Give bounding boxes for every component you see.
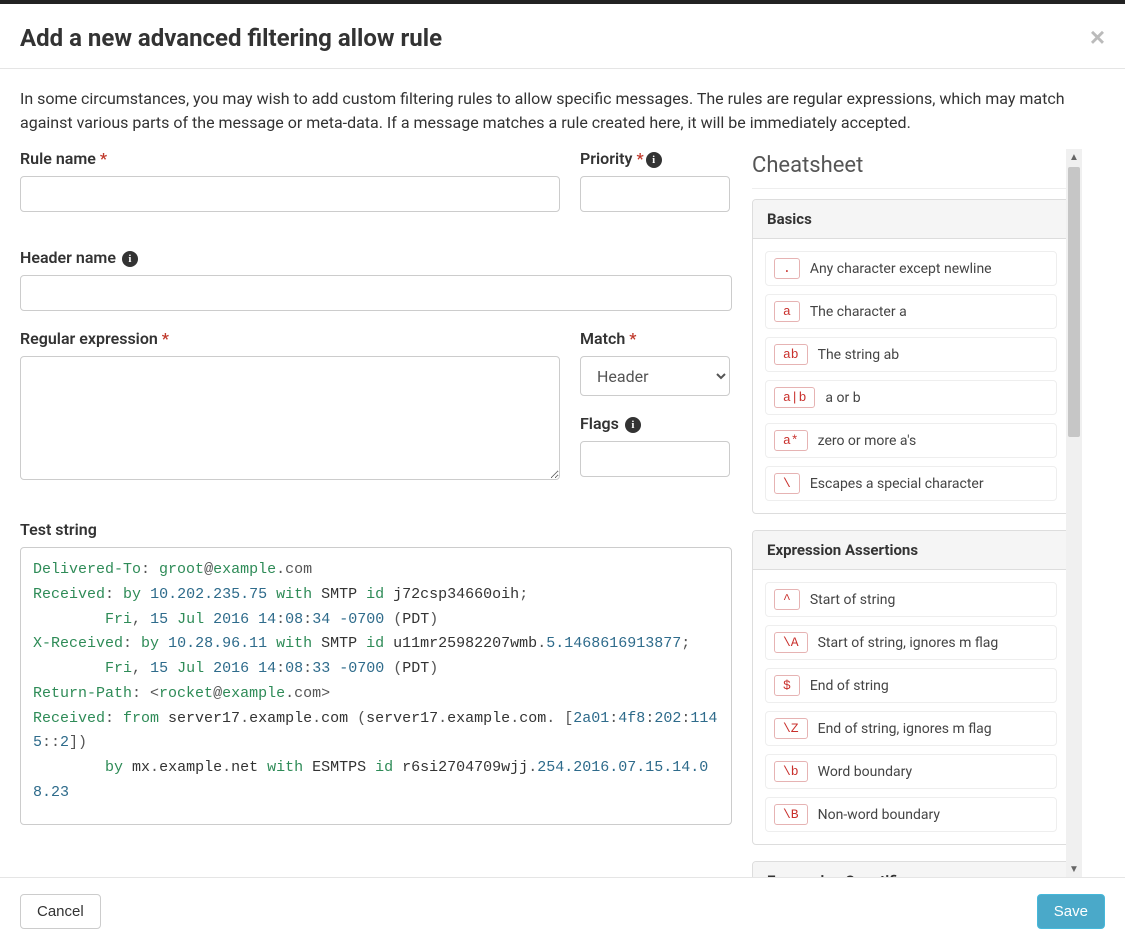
cheat-code: ^ <box>774 589 800 610</box>
cheat-code: $ <box>774 675 800 696</box>
save-button[interactable]: Save <box>1037 894 1105 929</box>
cheat-row: ab The string ab <box>765 337 1057 372</box>
cheat-row: $ End of string <box>765 668 1057 703</box>
test-string-input[interactable]: Delivered-To: groot@example.com Received… <box>20 547 732 825</box>
cheat-row: a* zero or more a's <box>765 423 1057 458</box>
rule-name-label: Rule name * <box>20 149 560 168</box>
cheat-row: a The character a <box>765 294 1057 329</box>
cheat-section-header: Expression Assertions <box>753 531 1069 570</box>
regex-label: Regular expression * <box>20 329 560 348</box>
test-string-label: Test string <box>20 520 732 539</box>
cheat-row: . Any character except newline <box>765 251 1057 286</box>
flags-input[interactable] <box>580 441 730 477</box>
cheat-code: ab <box>774 344 808 365</box>
cheat-code: \Z <box>774 718 808 739</box>
header-name-label: Header name i <box>20 248 732 267</box>
regex-input[interactable] <box>20 356 560 480</box>
cheat-row: \B Non-word boundary <box>765 797 1057 832</box>
cheat-desc: The string ab <box>818 347 899 363</box>
priority-input[interactable] <box>580 176 730 212</box>
cheat-row: \b Word boundary <box>765 754 1057 789</box>
cheatsheet-title: Cheatsheet <box>752 153 1070 189</box>
scrollbar-thumb[interactable] <box>1068 167 1080 437</box>
scroll-down-icon[interactable]: ▼ <box>1066 861 1082 877</box>
cheat-row: \ Escapes a special character <box>765 466 1057 501</box>
flags-label: Flags i <box>580 414 730 433</box>
header-name-input[interactable] <box>20 275 732 311</box>
close-button[interactable]: × <box>1090 24 1105 50</box>
cheat-desc: Any character except newline <box>810 261 992 277</box>
cheat-section-header: Basics <box>753 200 1069 239</box>
cheat-desc: End of string, ignores m flag <box>818 721 992 737</box>
cheat-code: . <box>774 258 800 279</box>
cheat-code: \ <box>774 473 800 494</box>
info-icon[interactable]: i <box>646 152 662 168</box>
cheat-code: \B <box>774 804 808 825</box>
cancel-button[interactable]: Cancel <box>20 894 101 929</box>
priority-label: Priority *i <box>580 149 730 168</box>
cheat-row: a|b a or b <box>765 380 1057 415</box>
cheat-code: a|b <box>774 387 815 408</box>
modal-description: In some circumstances, you may wish to a… <box>0 69 1125 135</box>
cheat-desc: Escapes a special character <box>810 476 984 492</box>
cheat-code: a* <box>774 430 808 451</box>
cheat-code: \b <box>774 761 808 782</box>
match-select[interactable]: Header <box>580 356 730 396</box>
cheat-desc: Start of string, ignores m flag <box>818 635 999 651</box>
cheat-desc: Word boundary <box>818 764 912 780</box>
cheat-desc: Non-word boundary <box>818 807 940 823</box>
info-icon[interactable]: i <box>625 417 641 433</box>
cheat-code: a <box>774 301 800 322</box>
modal-title: Add a new advanced filtering allow rule <box>20 24 442 52</box>
cheat-desc: a or b <box>825 390 860 406</box>
cheat-desc: zero or more a's <box>818 433 917 449</box>
scrollbar[interactable]: ▲ ▼ <box>1066 149 1082 877</box>
cheat-section-header: Expression Quantifiers <box>753 862 1069 877</box>
cheat-desc: End of string <box>810 678 889 694</box>
match-label: Match * <box>580 329 730 348</box>
scroll-up-icon[interactable]: ▲ <box>1066 149 1082 165</box>
info-icon[interactable]: i <box>122 251 138 267</box>
cheat-row: \A Start of string, ignores m flag <box>765 625 1057 660</box>
cheat-desc: The character a <box>810 304 907 320</box>
cheat-row: ^ Start of string <box>765 582 1057 617</box>
cheat-row: \Z End of string, ignores m flag <box>765 711 1057 746</box>
cheat-code: \A <box>774 632 808 653</box>
rule-name-input[interactable] <box>20 176 560 212</box>
cheat-desc: Start of string <box>810 592 896 608</box>
